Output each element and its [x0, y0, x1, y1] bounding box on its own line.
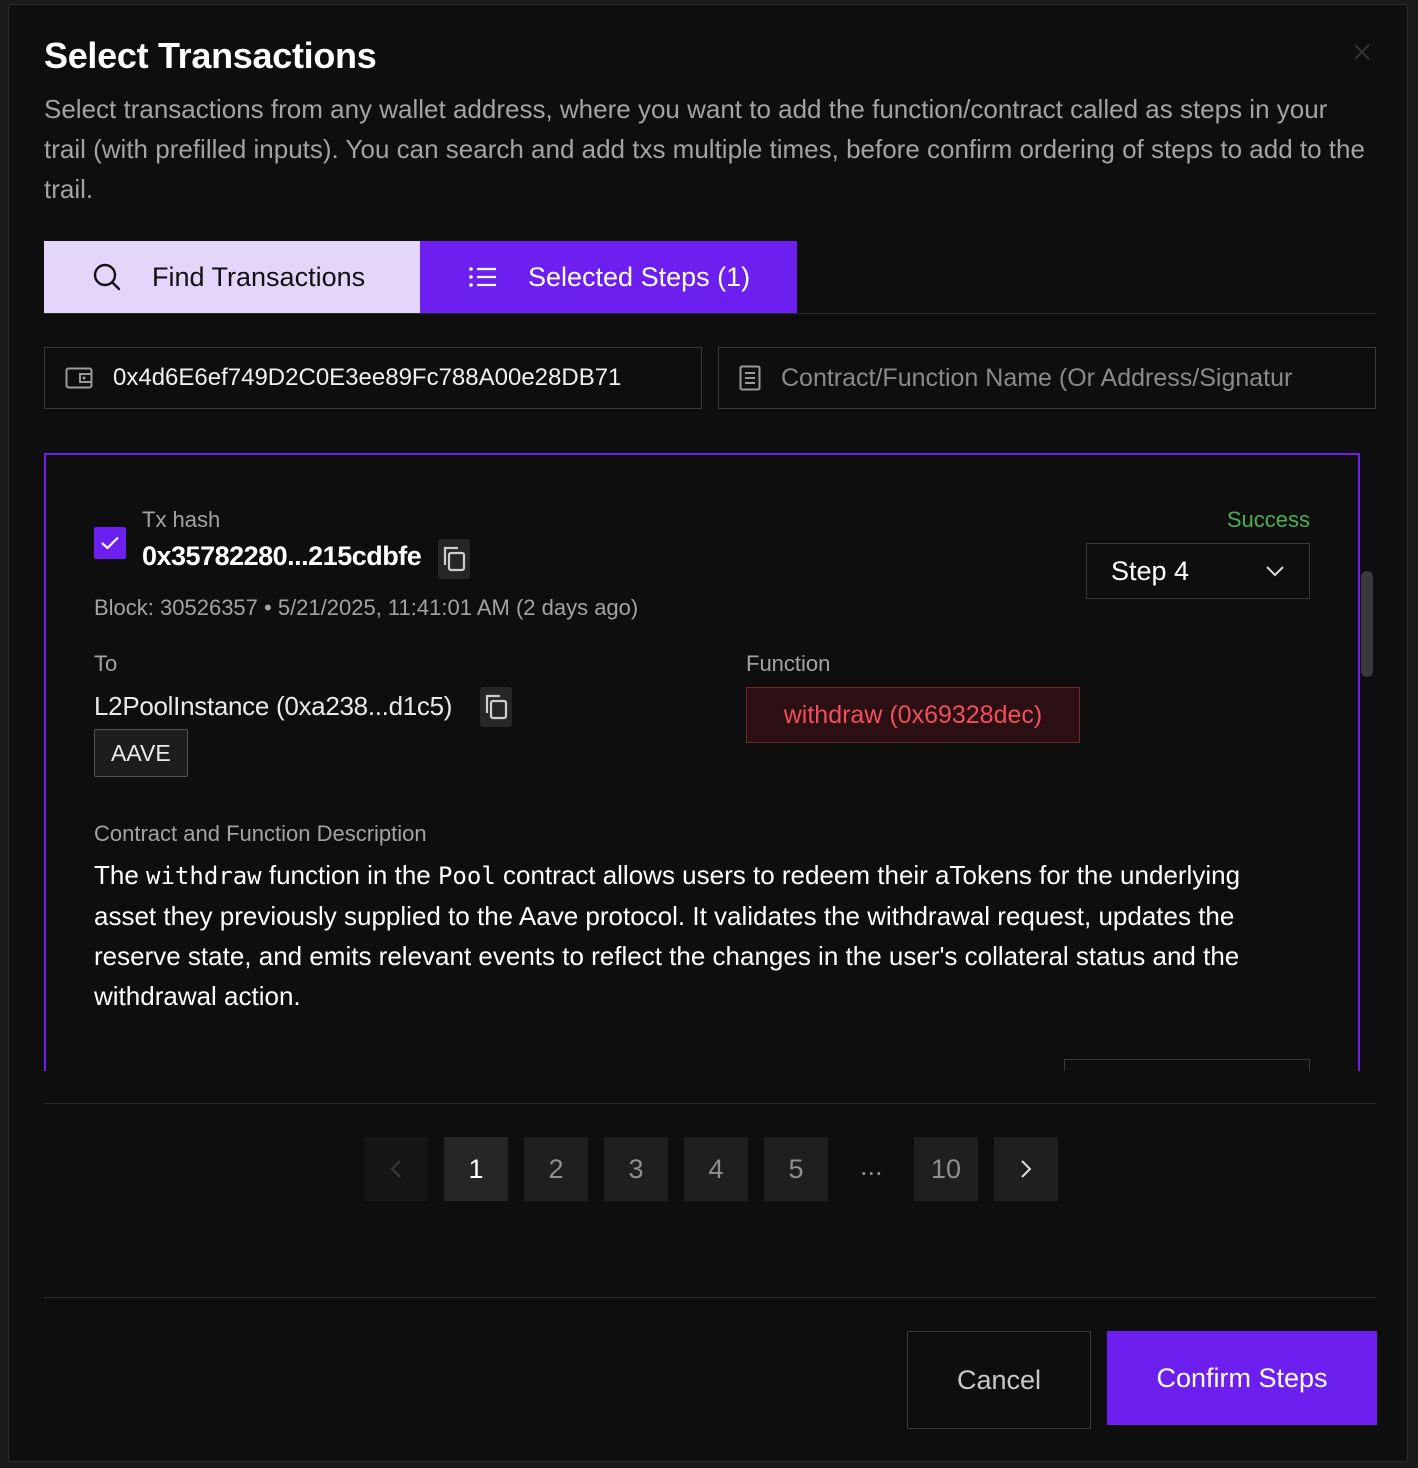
tab-bar: Find Transactions Selected Steps (1): [44, 241, 1376, 314]
confirm-steps-button[interactable]: Confirm Steps: [1107, 1331, 1377, 1425]
function-label: Function: [746, 651, 831, 676]
to-contract: L2PoolInstance (0xa238...d1c5): [94, 691, 453, 721]
chevron-down-icon: [1266, 566, 1284, 577]
contract-search-input[interactable]: [781, 363, 1341, 393]
block-info: Block: 30526357 • 5/21/2025, 11:41:01 AM…: [94, 595, 639, 620]
page-button-3[interactable]: 3: [604, 1137, 668, 1201]
contract-search-field[interactable]: [718, 347, 1376, 409]
tab-label: Find Transactions: [152, 261, 366, 292]
divider: [44, 1297, 1376, 1298]
chevron-right-icon: [1021, 1160, 1032, 1178]
select-transactions-dialog: Select Transactions Select transactions …: [8, 4, 1408, 1462]
wallet-address-field[interactable]: [44, 347, 702, 409]
wallet-icon: [65, 367, 93, 389]
step-select[interactable]: Step 4: [1086, 543, 1310, 599]
tx-hash-label: Tx hash: [142, 507, 221, 532]
tx-hash: 0x35782280...215cdbfe: [142, 541, 422, 571]
copy-icon: [443, 546, 466, 572]
tab-find-transactions[interactable]: Find Transactions: [44, 241, 420, 313]
page-button-4[interactable]: 4: [684, 1137, 748, 1201]
scrollbar-thumb[interactable]: [1361, 571, 1373, 677]
protocol-tag: AAVE: [94, 729, 188, 777]
search-icon: [93, 263, 121, 291]
copy-hash-button[interactable]: [438, 539, 470, 579]
status-badge: Success: [1226, 507, 1310, 532]
close-icon[interactable]: [1351, 41, 1373, 63]
transaction-checkbox[interactable]: [94, 527, 126, 559]
next-page-button[interactable]: [994, 1137, 1058, 1201]
chevron-left-icon: [390, 1160, 401, 1178]
copy-icon: [485, 694, 508, 720]
wallet-address-input[interactable]: [113, 364, 673, 392]
page-button-10[interactable]: 10: [914, 1137, 978, 1201]
page-button-2[interactable]: 2: [524, 1137, 588, 1201]
page-button-5[interactable]: 5: [764, 1137, 828, 1201]
divider: [44, 1103, 1376, 1104]
transaction-list[interactable]: Tx hash 0x35782280...215cdbfe Block: 305…: [44, 453, 1376, 1071]
dialog-title: Select Transactions: [44, 35, 377, 76]
document-icon: [739, 365, 761, 391]
list-icon: [469, 267, 496, 287]
cancel-button[interactable]: Cancel: [907, 1331, 1091, 1429]
description-label: Contract and Function Description: [94, 821, 427, 846]
function-badge: withdraw (0x69328dec): [746, 687, 1080, 743]
prev-page-button[interactable]: [364, 1137, 428, 1201]
to-label: To: [94, 651, 118, 676]
page-button-1[interactable]: 1: [444, 1137, 508, 1201]
partial-input-box: [1064, 1059, 1310, 1071]
transaction-card: Tx hash 0x35782280...215cdbfe Block: 305…: [44, 453, 1360, 1071]
copy-address-button[interactable]: [480, 687, 512, 727]
tab-selected-steps[interactable]: Selected Steps (1): [420, 241, 797, 313]
function-description: The withdraw function in the Pool contra…: [94, 860, 1241, 1011]
tab-label: Selected Steps (1): [528, 261, 751, 292]
page-ellipsis: ...: [860, 1151, 883, 1181]
check-icon: [101, 536, 119, 550]
dialog-subtitle: Select transactions from any wallet addr…: [44, 94, 1365, 204]
step-select-value: Step 4: [1111, 555, 1190, 586]
